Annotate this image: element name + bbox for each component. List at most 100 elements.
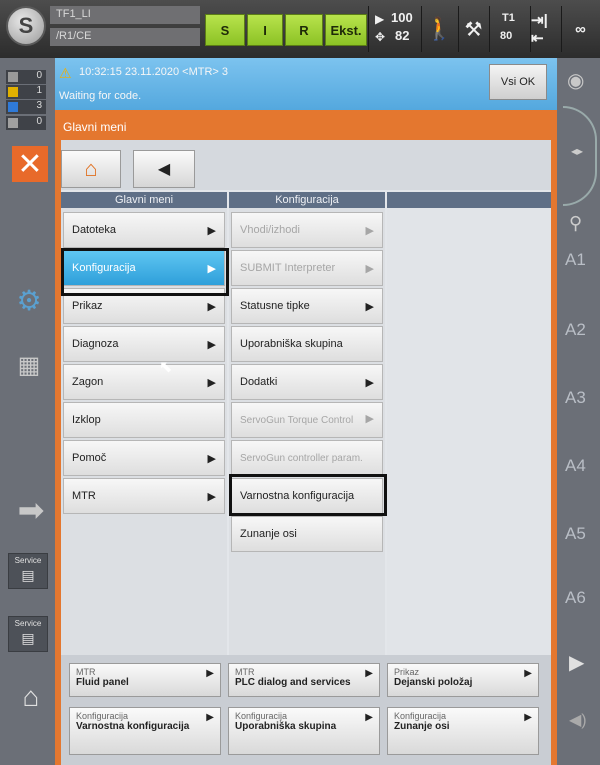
robot-path-field[interactable]: /R1/CE — [50, 28, 200, 46]
empty-menu-column — [387, 208, 551, 655]
left-sidebar: 0 1 3 0 ✕ ⚙ ▦ ➡ Service ▤ Service ▤ ⌂ — [0, 58, 55, 765]
menu-item-submit-interpreter[interactable]: SUBMIT Interpreter ▶ — [231, 250, 383, 286]
config-menu-column: Vhodi/izhodi ▶ SUBMIT Interpreter ▶ Status… — [229, 208, 385, 655]
info-square-icon — [8, 72, 18, 82]
softkey-zunanje-osi[interactable]: Konfiguracija Zunanje osi ▶ — [387, 707, 539, 755]
softkey-dejanski-polozaj[interactable]: Prikaz Dejanski položaj ▶ — [387, 663, 539, 697]
dialog-square-icon — [8, 102, 18, 112]
submit-status-button[interactable]: S — [205, 14, 245, 46]
service-button-1[interactable]: Service ▤ — [8, 553, 48, 589]
robot-name-field[interactable]: TF1_LI — [50, 6, 200, 24]
jog-override: 82 — [395, 28, 410, 43]
menu-item-datoteka[interactable]: Datoteka ▶ — [63, 212, 225, 248]
operating-mode: T1 — [502, 12, 515, 24]
service-icon: ▤ — [21, 630, 35, 646]
program-override: 100 — [391, 10, 413, 25]
gear-icon[interactable]: ⚙ — [12, 283, 46, 317]
operating-mode-value: 80 — [500, 30, 513, 42]
ok-all-button[interactable]: Vsi OK — [489, 64, 547, 100]
submenu-arrow-icon: ▶ — [365, 668, 373, 679]
robot-interpreter-button[interactable]: R — [285, 14, 323, 46]
menu-item-izklop[interactable]: Izklop — [63, 402, 225, 438]
axis-a1[interactable]: A1 — [565, 250, 586, 270]
error-square-icon — [8, 118, 18, 128]
submenu-arrow-icon: ▶ — [365, 263, 374, 275]
menu-item-zagon[interactable]: Zagon ▶ — [63, 364, 225, 400]
jog-small-icon: ✥ — [375, 30, 386, 44]
menu-item-pomoc[interactable]: Pomoč ▶ — [63, 440, 225, 476]
menu-item-servogun-controller[interactable]: ServoGun controller param. — [231, 440, 383, 476]
globe-icon[interactable]: ◉ — [567, 68, 584, 93]
warning-counter[interactable]: 1 — [6, 85, 46, 99]
submenu-arrow-icon: ▶ — [365, 225, 374, 237]
submenu-arrow-icon: ▶ — [207, 225, 216, 237]
menu-item-uporabniska-skupina[interactable]: Uporabniška skupina — [231, 326, 383, 362]
menu-item-servogun-torque[interactable]: ServoGun Torque Control ▶ — [231, 402, 383, 438]
submenu-arrow-icon: ▶ — [206, 712, 214, 723]
axis-a3[interactable]: A3 — [565, 388, 586, 408]
menu-item-statusne-tipke[interactable]: Statusne tipke ▶ — [231, 288, 383, 324]
submenu-arrow-icon: ▶ — [207, 301, 216, 313]
axis-a4[interactable]: A4 — [565, 456, 586, 476]
menu-item-diagnoza[interactable]: Diagnoza ▶ — [63, 326, 225, 362]
service-icon: ▤ — [21, 567, 35, 583]
submenu-arrow-icon: ▶ — [365, 301, 374, 313]
message-text: Waiting for code. — [59, 90, 142, 102]
operating-mode-cell[interactable]: T1 80 — [489, 6, 529, 52]
tool-icon[interactable]: ⚒ — [458, 6, 488, 52]
menu-item-vhodi-izhodi[interactable]: Vhodi/izhodi ▶ — [231, 212, 383, 248]
kuka-logo-icon[interactable]: S — [6, 6, 46, 46]
softkey-uporabniska-skupina[interactable]: Konfiguracija Uporabniška skupina ▶ — [228, 707, 380, 755]
main-menu-header: Glavni meni — [61, 192, 227, 208]
submenu-arrow-icon: ▶ — [207, 491, 216, 503]
close-icon[interactable]: ✕ — [12, 146, 48, 182]
submenu-arrow-icon: ▶ — [365, 377, 374, 389]
softkey-fluid-panel[interactable]: MTR Fluid panel ▶ — [69, 663, 221, 697]
play-small-icon: ▶ — [375, 12, 385, 26]
main-menu-panel: ⌂ ◀ Glavni meni Konfiguracija Datoteka ▶ … — [61, 140, 551, 765]
speaker-icon[interactable]: ◀) — [569, 710, 587, 730]
submenu-arrow-icon: ▶ — [207, 263, 216, 275]
service-button-2[interactable]: Service ▤ — [8, 616, 48, 652]
arrow-right-icon[interactable]: ➡ — [12, 492, 50, 528]
message-bar[interactable]: ⚠ 10:32:15 23.11.2020 <MTR> 3 Waiting fo… — [55, 58, 557, 110]
infinity-icon[interactable]: ∞ — [561, 6, 599, 52]
submenu-arrow-icon: ▶ — [365, 712, 373, 723]
play-icon[interactable]: ▶ — [569, 650, 584, 675]
submenu-arrow-icon: ▶ — [207, 339, 216, 351]
menu-item-zunanje-osi[interactable]: Zunanje osi — [231, 516, 383, 552]
back-button[interactable]: ◀ — [133, 150, 195, 188]
coordinate-system-icon[interactable]: ⚲ — [569, 213, 582, 234]
info-counter[interactable]: 0 — [6, 70, 46, 84]
walking-man-icon[interactable]: 🚶 — [421, 6, 457, 52]
config-menu-header: Konfiguracija — [229, 192, 385, 208]
softkey-varnostna-konfiguracija[interactable]: Konfiguracija Varnostna konfiguracija ▶ — [69, 707, 221, 755]
step-mode-icon[interactable]: ⇥|⇤ — [530, 6, 560, 52]
menu-item-dodatki[interactable]: Dodatki ▶ — [231, 364, 383, 400]
drives-status-button[interactable]: I — [247, 14, 283, 46]
softkey-plc-dialog[interactable]: MTR PLC dialog and services ▶ — [228, 663, 380, 697]
menu-item-prikaz[interactable]: Prikaz ▶ — [63, 288, 225, 324]
main-menu-column: Datoteka ▶ Konfiguracija ▶ Prikaz ▶ Diagnoz… — [61, 208, 227, 655]
navigation-area: ⌂ ◀ — [61, 140, 551, 190]
empty-header — [387, 192, 551, 208]
submenu-arrow-icon: ▶ — [365, 413, 374, 425]
menu-item-mtr[interactable]: MTR ▶ — [63, 478, 225, 514]
right-sidebar: ◉ ◂▸ ⚲ A1 A2 A3 A4 A5 A6 ▶ ◀) — [557, 58, 600, 765]
axis-a5[interactable]: A5 — [565, 524, 586, 544]
message-header: 10:32:15 23.11.2020 <MTR> 3 — [79, 66, 229, 78]
dialog-counter[interactable]: 3 — [6, 100, 46, 114]
home-button[interactable]: ⌂ — [61, 150, 121, 188]
menu-item-varnostna-konfiguracija[interactable]: Varnostna konfiguracija — [231, 478, 383, 514]
chip-icon[interactable]: ▦ — [12, 348, 46, 382]
axis-a6[interactable]: A6 — [565, 588, 586, 608]
error-counter[interactable]: 0 — [6, 116, 46, 130]
home-side-icon[interactable]: ⌂ — [12, 680, 50, 714]
override-cell[interactable]: ▶ ✥ 100 82 — [368, 6, 420, 52]
status-bar: S TF1_LI /R1/CE S I R Ekst. ▶ ✥ 100 82 🚶… — [0, 0, 600, 58]
menu-item-konfiguracija[interactable]: Konfiguracija ▶ — [63, 250, 225, 286]
submenu-arrow-icon: ▶ — [524, 668, 532, 679]
axis-a2[interactable]: A2 — [565, 320, 586, 340]
external-mode-button[interactable]: Ekst. — [325, 14, 367, 46]
softkey-bar: MTR Fluid panel ▶ MTR PLC dialog and servic… — [61, 655, 551, 765]
